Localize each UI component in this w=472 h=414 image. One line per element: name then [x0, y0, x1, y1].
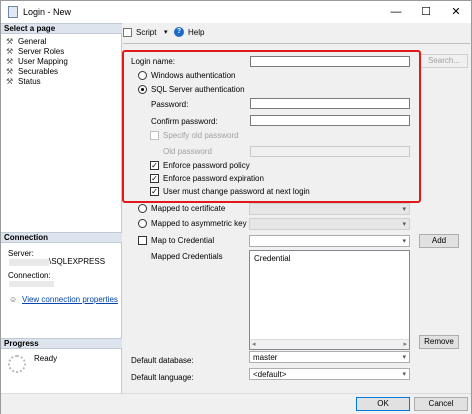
chevron-down-icon: ▾: [402, 238, 406, 245]
title-bar: Login - New — ☐ ✕: [1, 1, 471, 23]
credential-column-header: Credential: [254, 254, 291, 263]
wrench-icon: ⚒: [6, 77, 14, 86]
login-new-dialog: Login - New — ☐ ✕ Select a page ⚒ General…: [0, 0, 472, 414]
wrench-icon: ⚒: [6, 37, 14, 46]
asymmetric-key-select[interactable]: ▾: [249, 218, 410, 230]
scroll-left-icon[interactable]: ◂: [252, 340, 256, 348]
redacted-server-name: [9, 259, 49, 266]
page-status[interactable]: ⚒ Status: [6, 76, 41, 87]
default-language-select[interactable]: <default> ▾: [249, 368, 410, 380]
mapped-asym-radio[interactable]: [138, 219, 147, 228]
mapped-asym-label: Mapped to asymmetric key: [151, 219, 247, 228]
mapped-credentials-label: Mapped Credentials: [151, 252, 223, 261]
select-page-header: Select a page: [1, 23, 122, 34]
map-credential-label: Map to Credential: [151, 236, 215, 245]
server-value: \SQLEXPRESS: [49, 257, 106, 266]
mapped-cert-radio[interactable]: [138, 204, 147, 213]
ok-button[interactable]: OK: [356, 397, 410, 411]
chevron-down-icon: ▾: [402, 371, 406, 378]
chevron-down-icon: ▾: [402, 206, 406, 213]
mapped-credentials-list[interactable]: Credential ◂ ▸: [249, 250, 410, 350]
toolbar-divider: [123, 43, 470, 44]
script-button[interactable]: Script: [136, 28, 156, 37]
mapped-cert-label: Mapped to certificate: [151, 204, 226, 213]
progress-header: Progress: [1, 338, 122, 349]
minimize-button[interactable]: —: [381, 1, 411, 23]
server-label: Server:: [8, 249, 34, 258]
wrench-icon: ⚒: [6, 57, 14, 66]
script-icon: [123, 28, 132, 37]
horizontal-scrollbar[interactable]: ◂ ▸: [250, 339, 409, 349]
wrench-icon: ⚒: [6, 47, 14, 56]
scroll-right-icon[interactable]: ▸: [403, 340, 407, 348]
app-icon: [8, 6, 18, 18]
help-button[interactable]: Help: [188, 28, 204, 37]
map-credential-checkbox[interactable]: [138, 236, 147, 245]
add-button[interactable]: Add: [419, 234, 459, 248]
default-language-label: Default language:: [131, 373, 194, 382]
highlight-box: [122, 50, 421, 203]
people-icon: ☺: [9, 295, 18, 304]
left-pane: Select a page ⚒ General ⚒ Server Roles ⚒ Us…: [1, 23, 122, 393]
search-button[interactable]: Search...: [420, 54, 468, 68]
redacted-connection: [9, 281, 54, 287]
cancel-button[interactable]: Cancel: [414, 397, 468, 411]
connection-label: Connection:: [8, 271, 51, 280]
help-icon: ?: [174, 27, 184, 37]
credential-select[interactable]: ▾: [249, 235, 410, 247]
certificate-select[interactable]: ▾: [249, 203, 410, 215]
maximize-button[interactable]: ☐: [411, 1, 441, 23]
chevron-down-icon: ▾: [402, 221, 406, 228]
view-connection-properties-link[interactable]: View connection properties: [22, 295, 118, 304]
default-database-select[interactable]: master ▾: [249, 351, 410, 363]
remove-button[interactable]: Remove: [419, 335, 459, 349]
default-database-label: Default database:: [131, 356, 194, 365]
progress-spinner-icon: [8, 355, 26, 373]
connection-header: Connection: [1, 232, 122, 243]
dialog-footer: OK Cancel: [1, 393, 471, 414]
window-title: Login - New: [23, 7, 72, 17]
script-dropdown-icon[interactable]: ▾: [164, 28, 168, 36]
progress-status: Ready: [34, 354, 58, 363]
wrench-icon: ⚒: [6, 67, 14, 76]
chevron-down-icon: ▾: [402, 354, 406, 361]
close-button[interactable]: ✕: [441, 1, 471, 23]
